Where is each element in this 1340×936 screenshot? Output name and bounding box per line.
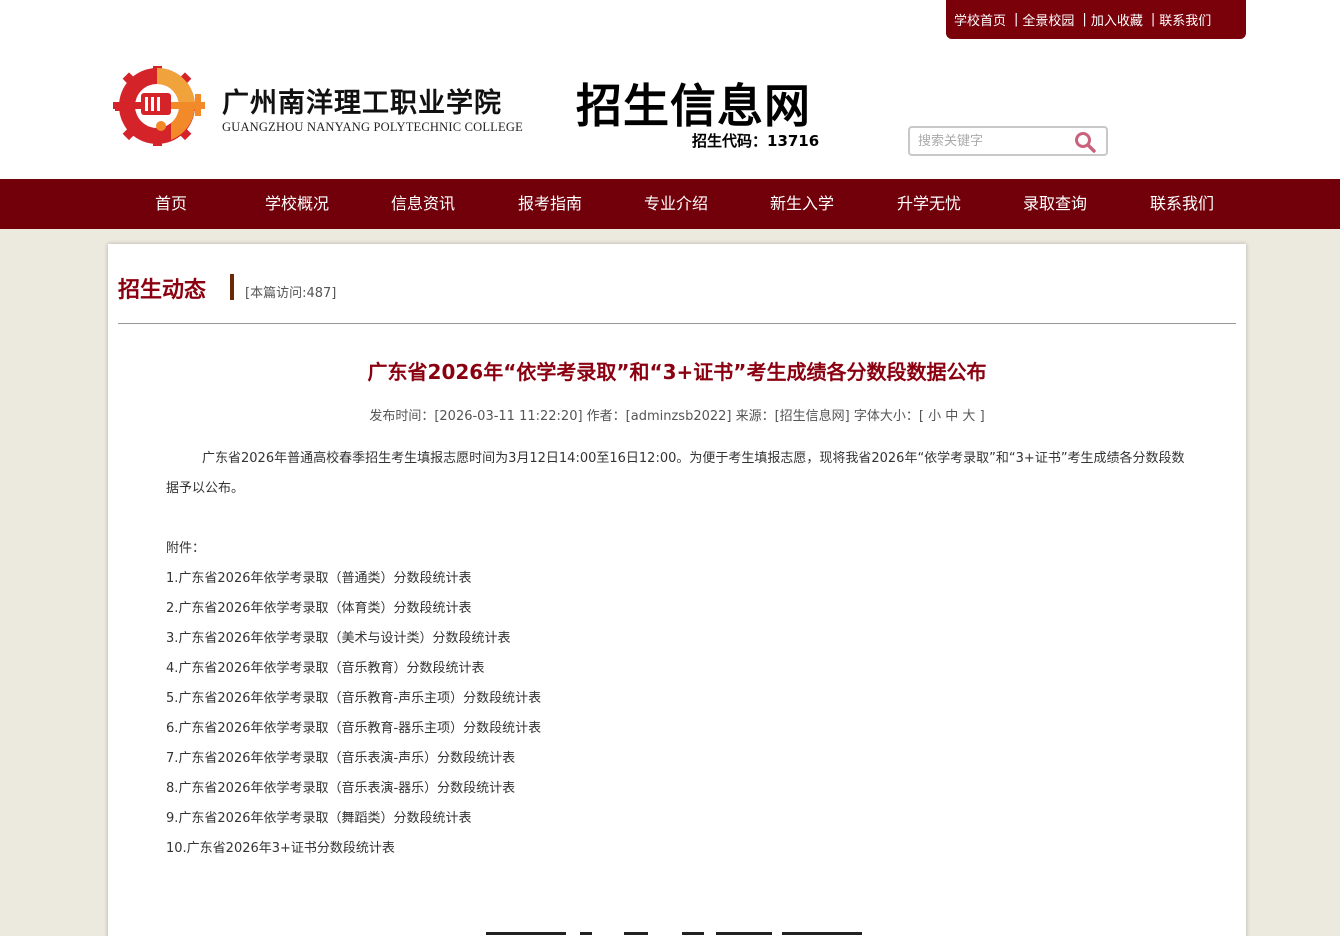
section-title: 招生动态	[118, 278, 207, 303]
nav-item-upgrade[interactable]: 升学无忧	[866, 179, 992, 229]
meta-info: 发布时间：[2026-03-11 11:22:20] 作者：[adminzsb2…	[369, 409, 919, 424]
article-meta: 发布时间：[2026-03-11 11:22:20] 作者：[adminzsb2…	[108, 405, 1246, 424]
nav-item-freshmen[interactable]: 新生入学	[739, 179, 865, 229]
divider	[118, 323, 1236, 324]
nav-item-guide[interactable]: 报考指南	[487, 179, 613, 229]
article-card: 招生动态 [本篇访问:487] 广东省2026年“依学考录取”和“3+证书”考生…	[108, 244, 1246, 936]
share-button[interactable]	[580, 932, 592, 935]
toplink-home[interactable]: 学校首页	[954, 10, 1006, 29]
attachments-label: 附件：	[166, 541, 206, 556]
attachment-link[interactable]: 2.广东省2026年依学考录取（体育类）分数段统计表	[166, 601, 472, 616]
main-nav: 首页 学校概况 信息资讯 报考指南 专业介绍 新生入学 升学无忧 录取查询 联系…	[0, 179, 1340, 229]
separator: |	[1014, 12, 1019, 27]
share-button[interactable]	[682, 932, 704, 935]
search-icon[interactable]	[1074, 131, 1096, 153]
font-size-bracket: ]	[979, 409, 985, 424]
attachment-link[interactable]: 1.广东省2026年依学考录取（普通类）分数段统计表	[166, 571, 472, 586]
share-button[interactable]	[486, 932, 566, 935]
nav-item-admission-query[interactable]: 录取查询	[992, 179, 1118, 229]
share-button[interactable]	[624, 932, 648, 935]
toplink-favorite[interactable]: 加入收藏	[1091, 10, 1143, 29]
enrollment-code: 招生代码：13716	[692, 132, 820, 150]
site-title: 招生信息网	[576, 79, 811, 133]
nav-item-home[interactable]: 首页	[108, 179, 234, 229]
article-title: 广东省2026年“依学考录取”和“3+证书”考生成绩各分数段数据公布	[367, 360, 987, 384]
search-input[interactable]	[918, 131, 1068, 151]
font-size-small[interactable]: 小	[928, 409, 941, 424]
attachment-link[interactable]: 10.广东省2026年3+证书分数段统计表	[166, 841, 395, 856]
college-name-cn: 广州南洋理工职业学院	[222, 88, 502, 119]
article-body: 广东省2026年普通高校春季招生考生填报志愿时间为3月12日14:00至16日1…	[166, 444, 1196, 864]
attachment-list: 1.广东省2026年依学考录取（普通类）分数段统计表 2.广东省2026年依学考…	[166, 564, 1196, 864]
font-size-bracket: [	[918, 409, 924, 424]
share-button[interactable]	[782, 932, 862, 935]
font-size-large[interactable]: 大	[962, 409, 975, 424]
nav-item-contact[interactable]: 联系我们	[1119, 179, 1245, 229]
toplink-contact[interactable]: 联系我们	[1159, 10, 1211, 29]
attachment-link[interactable]: 6.广东省2026年依学考录取（音乐教育-器乐主项）分数段统计表	[166, 721, 541, 736]
separator: |	[1082, 12, 1087, 27]
attachment-link[interactable]: 9.广东省2026年依学考录取（舞蹈类）分数段统计表	[166, 811, 472, 826]
nav-item-news[interactable]: 信息资讯	[360, 179, 486, 229]
share-button[interactable]	[716, 932, 772, 935]
nav-item-majors[interactable]: 专业介绍	[613, 179, 739, 229]
attachment-link[interactable]: 5.广东省2026年依学考录取（音乐教育-声乐主项）分数段统计表	[166, 691, 541, 706]
font-size-medium[interactable]: 中	[945, 409, 958, 424]
search-box	[908, 126, 1108, 156]
article-paragraph: 广东省2026年普通高校春季招生考生填报志愿时间为3月12日14:00至16日1…	[166, 451, 1185, 496]
attachment-link[interactable]: 7.广东省2026年依学考录取（音乐表演-声乐）分数段统计表	[166, 751, 515, 766]
toplink-panorama[interactable]: 全景校园	[1022, 10, 1074, 29]
section-bar	[230, 274, 234, 300]
college-name-en: GUANGZHOU NANYANG POLYTECHNIC COLLEGE	[222, 120, 523, 134]
top-links: 学校首页 | 全景校园 | 加入收藏 | 联系我们	[946, 0, 1246, 39]
attachment-link[interactable]: 8.广东省2026年依学考录取（音乐表演-器乐）分数段统计表	[166, 781, 515, 796]
attachment-link[interactable]: 3.广东省2026年依学考录取（美术与设计类）分数段统计表	[166, 631, 511, 646]
nav-item-about[interactable]: 学校概况	[234, 179, 360, 229]
attachment-link[interactable]: 4.广东省2026年依学考录取（音乐教育）分数段统计表	[166, 661, 485, 676]
visit-count: [本篇访问:487]	[245, 286, 337, 301]
separator: |	[1150, 12, 1156, 27]
gear-emblem-icon	[113, 66, 205, 146]
